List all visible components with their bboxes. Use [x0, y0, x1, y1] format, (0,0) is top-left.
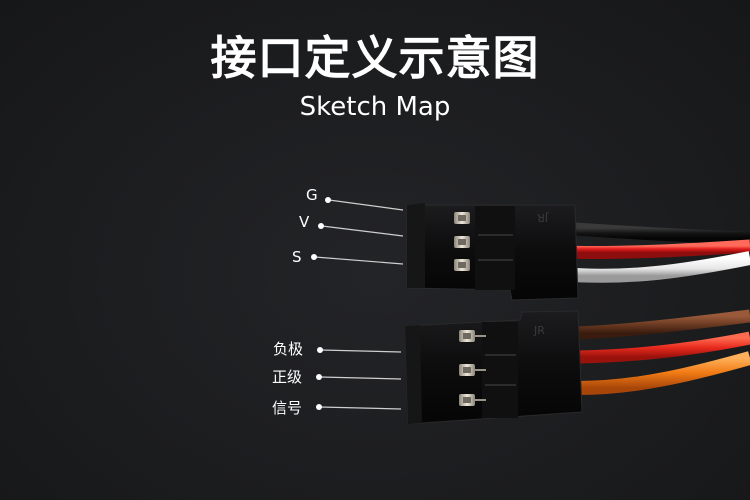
- pin-label-s: S: [292, 248, 302, 266]
- leader-line-positive: [319, 376, 402, 380]
- pin-label-v: V: [299, 213, 310, 231]
- leader-lines-top: [314, 199, 404, 265]
- connector-bottom-marking: JR: [533, 324, 545, 337]
- dot-g: [325, 197, 331, 203]
- dot-s: [311, 254, 317, 260]
- leader-line-s: [314, 256, 404, 265]
- leader-line-g: [328, 199, 404, 211]
- pin-label-g: G: [306, 186, 318, 204]
- pin-label-negative: 负极: [273, 340, 304, 358]
- dot-v: [318, 223, 324, 229]
- wire-positive-red: [577, 331, 750, 364]
- dot-positive: [316, 374, 322, 380]
- connector-bottom-body: JR: [404, 310, 583, 425]
- leader-line-v: [321, 225, 404, 237]
- dot-negative: [317, 347, 323, 353]
- dot-signal: [316, 404, 322, 410]
- wire-negative-brown: [577, 309, 750, 340]
- pin-label-positive: 正级: [272, 368, 303, 386]
- leader-line-signal: [319, 406, 402, 410]
- photo-background: 接口定义示意图 Sketch Map JR JR G V S 负极 正级 信号: [0, 0, 750, 500]
- connector-top-body: JR: [406, 203, 579, 301]
- leader-lines-bottom: [319, 349, 402, 410]
- pin-label-signal: 信号: [272, 399, 303, 417]
- wire-power-red: [559, 239, 750, 260]
- wire-ground-black: [559, 221, 750, 245]
- connector-illustration: JR JR: [311, 197, 750, 425]
- wire-signal-white: [559, 251, 750, 283]
- leader-line-negative: [320, 349, 402, 353]
- connector-top-marking: JR: [537, 211, 549, 224]
